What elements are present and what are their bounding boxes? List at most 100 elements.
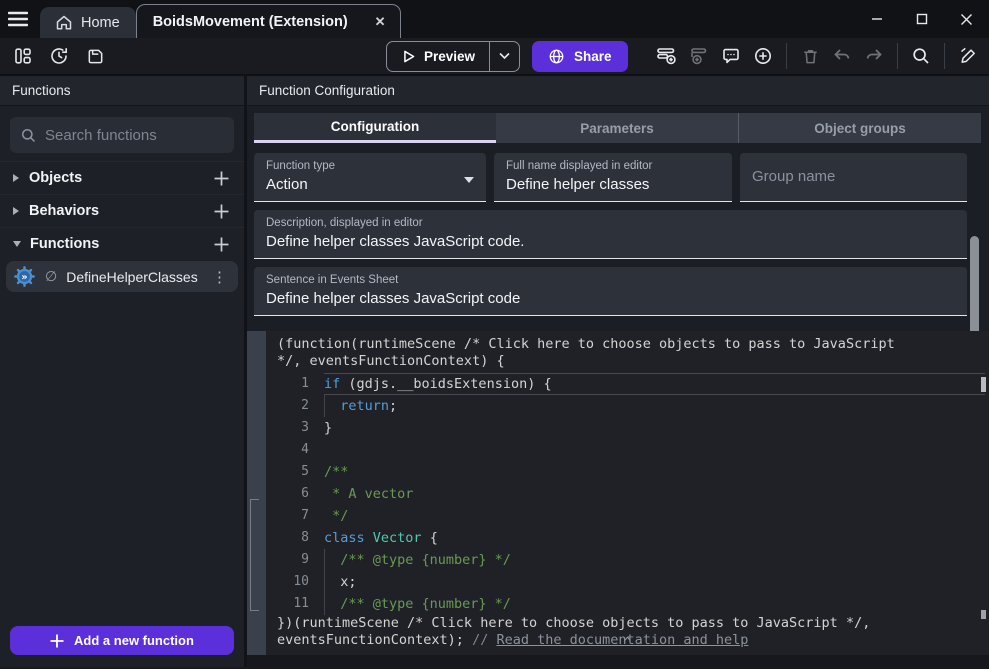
main-menu-button[interactable] <box>0 0 36 38</box>
code-text: x; <box>324 571 357 593</box>
add-new-function-label: Add a new function <box>74 633 194 648</box>
function-type-value: Action <box>266 176 474 193</box>
code-text: /** @type {number} */ <box>324 593 511 615</box>
plus-circle-icon <box>753 46 773 66</box>
search-functions-input[interactable] <box>45 127 244 144</box>
sidebar-item-objects[interactable]: Objects <box>0 161 244 194</box>
line-number: 9 <box>277 549 309 571</box>
tab-object-groups-label: Object groups <box>814 121 906 136</box>
function-type-label: Function type <box>266 160 474 172</box>
window-maximize-button[interactable] <box>899 0 944 38</box>
undo-button[interactable] <box>827 41 857 71</box>
window-controls <box>854 0 989 38</box>
add-comment-button[interactable] <box>716 41 746 71</box>
sentence-value: Define helper classes JavaScript code <box>266 290 955 307</box>
tab-parameters-label: Parameters <box>580 121 654 136</box>
add-subevent-button[interactable] <box>684 41 714 71</box>
line-number: 1 <box>277 373 309 395</box>
panels-icon <box>13 46 33 66</box>
function-type-select[interactable]: Function type Action <box>254 153 486 202</box>
history-clock-icon <box>49 46 69 66</box>
toolbar-divider <box>786 43 787 69</box>
tab-home[interactable]: Home <box>40 7 136 38</box>
tab-close-icon[interactable]: ✕ <box>371 12 390 32</box>
edit-extension-button[interactable] <box>953 41 983 71</box>
line-number: 4 <box>277 439 309 461</box>
globe-icon <box>548 48 565 65</box>
code-line-8[interactable]: 8class Vector { <box>277 527 989 549</box>
redo-button[interactable] <box>859 41 889 71</box>
preview-options-button[interactable] <box>489 42 519 71</box>
documentation-link[interactable]: Read the documentation and help <box>496 632 748 648</box>
code-text: /** <box>324 461 348 483</box>
trash-icon <box>801 47 820 66</box>
configuration-tabs: Configuration Parameters Object groups <box>254 113 981 143</box>
add-event-button[interactable] <box>652 41 682 71</box>
search-icon <box>20 127 37 144</box>
add-object-button[interactable] <box>212 169 231 188</box>
tab-extension-label: BoidsMovement (Extension) <box>153 14 348 30</box>
delete-button[interactable] <box>795 41 825 71</box>
open-projects-panel-button[interactable] <box>8 41 38 71</box>
full-name-field[interactable]: Full name displayed in editor Define hel… <box>494 153 732 202</box>
play-icon <box>401 49 416 64</box>
code-line-6[interactable]: 6 * A vector <box>277 483 989 505</box>
select-caret-icon <box>464 177 474 183</box>
indent-guide <box>324 549 340 571</box>
share-button[interactable]: Share <box>532 41 628 72</box>
code-line-1[interactable]: 1 if (gdjs.__boidsExtension) { <box>277 373 989 395</box>
redo-icon <box>864 47 884 65</box>
line-number: 2 <box>277 395 309 417</box>
code-line-10[interactable]: 10 x; <box>277 571 989 593</box>
tab-parameters[interactable]: Parameters <box>496 113 738 143</box>
preview-split-button: Preview <box>386 41 520 72</box>
window-minimize-button[interactable] <box>854 0 899 38</box>
editor-pane[interactable]: (function(runtimeScene /* Click here to … <box>266 331 989 655</box>
editor-bottom-strip <box>247 655 989 667</box>
minimize-icon <box>871 13 883 25</box>
sentence-label: Sentence in Events Sheet <box>266 274 955 286</box>
expand-caret-icon[interactable]: ^ <box>624 635 631 649</box>
toolbar-divider <box>897 43 898 69</box>
code-line-5[interactable]: 5/** <box>277 461 989 483</box>
add-behavior-button[interactable] <box>212 202 231 221</box>
sidebar-spacer <box>0 296 244 626</box>
save-button[interactable] <box>80 41 110 71</box>
code-line-3[interactable]: 3} <box>277 417 989 439</box>
add-new-function-button[interactable]: Add a new function <box>10 626 234 655</box>
sidebar-item-functions[interactable]: Functions <box>0 227 244 260</box>
code-text: if (gdjs.__boidsExtension) { <box>324 373 552 395</box>
add-function-button[interactable] <box>212 235 231 254</box>
code-line-2[interactable]: 2return; <box>277 395 989 417</box>
window-close-button[interactable] <box>944 0 989 38</box>
chevron-down-icon <box>499 52 510 60</box>
sentence-field[interactable]: Sentence in Events Sheet Define helper c… <box>254 267 967 316</box>
sidebar-item-behaviors[interactable]: Behaviors <box>0 194 244 227</box>
tab-object-groups[interactable]: Object groups <box>738 113 981 143</box>
search-button[interactable] <box>906 41 936 71</box>
code-line-4[interactable]: 4 <box>277 439 989 461</box>
tab-configuration[interactable]: Configuration <box>254 113 496 143</box>
add-circle-button[interactable] <box>748 41 778 71</box>
code-line-9[interactable]: 9/** @type {number} */ <box>277 549 989 571</box>
editor-scrollbar-mark[interactable] <box>981 610 986 619</box>
editor-scrollbar-mark[interactable] <box>981 377 986 392</box>
svg-text:»: » <box>21 272 27 283</box>
group-name-input[interactable] <box>752 168 955 185</box>
function-item-menu-icon[interactable]: ⋮ <box>209 268 230 286</box>
description-field[interactable]: Description, displayed in editor Define … <box>254 210 967 259</box>
main-header: Function Configuration <box>247 76 989 106</box>
group-name-field[interactable] <box>740 153 967 202</box>
line-number: 10 <box>277 571 309 593</box>
editor-wrapper-header[interactable]: (function(runtimeScene /* Click here to … <box>277 336 895 370</box>
tab-extension[interactable]: BoidsMovement (Extension) ✕ <box>136 4 401 38</box>
version-history-button[interactable] <box>44 41 74 71</box>
objects-section-label: Objects <box>29 170 212 186</box>
code-line-7[interactable]: 7 */ <box>277 505 989 527</box>
preview-button[interactable]: Preview <box>387 49 489 64</box>
functions-sidebar: Functions Objects Behaviors Functions <box>0 76 247 667</box>
code-line-11[interactable]: 11/** @type {number} */ <box>277 593 989 615</box>
code-text: } <box>324 417 332 439</box>
function-gear-icon: » <box>13 265 36 288</box>
function-item-definehelperclasses[interactable]: » ∅ DefineHelperClasses ⋮ <box>6 261 238 292</box>
